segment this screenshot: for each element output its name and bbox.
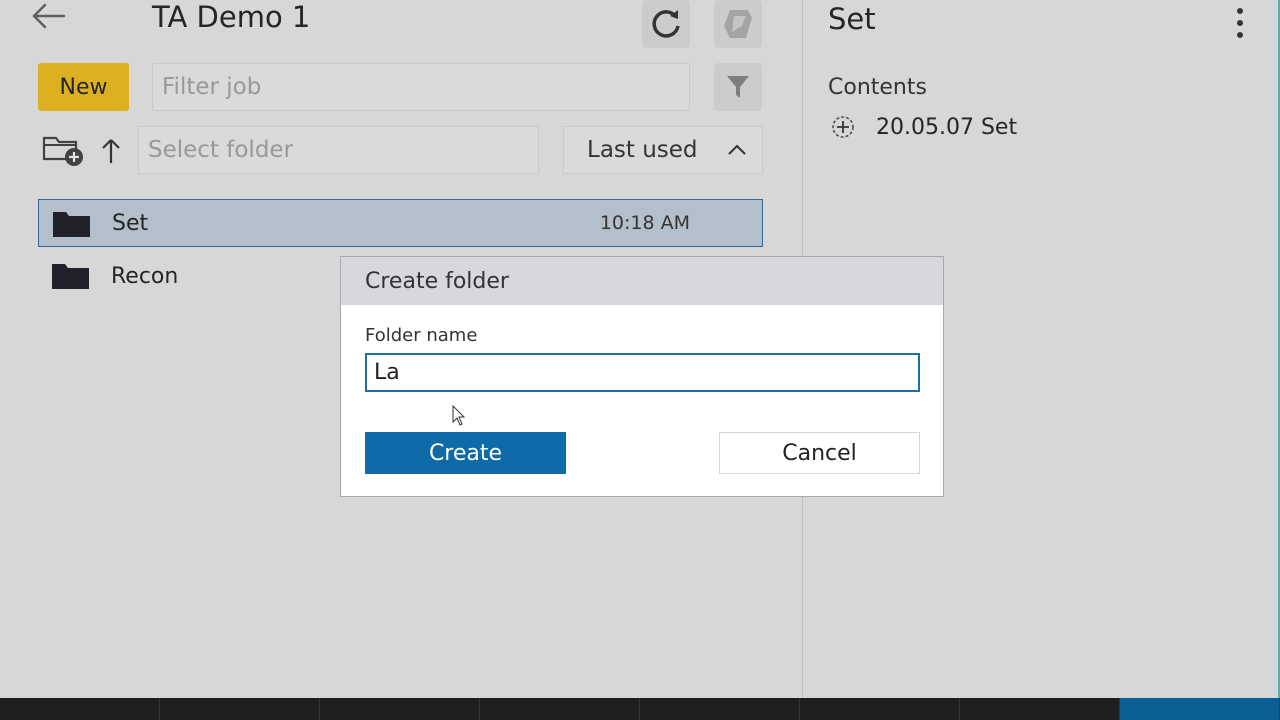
taskbar-slot-active[interactable] [1120,698,1280,720]
create-button[interactable]: Create [365,432,566,474]
taskbar-slot[interactable] [640,698,800,720]
taskbar-slot[interactable] [480,698,640,720]
cancel-button[interactable]: Cancel [719,432,920,474]
taskbar-slot[interactable] [320,698,480,720]
taskbar [0,698,1280,720]
create-folder-dialog: Create folder Folder name Create Cancel [340,256,944,497]
folder-name-input[interactable] [365,353,920,392]
taskbar-slot[interactable] [160,698,320,720]
mouse-cursor-icon [452,405,466,426]
taskbar-slot[interactable] [960,698,1120,720]
taskbar-slot[interactable] [800,698,960,720]
app-window: TA Demo 1 New Filter job Select folder L… [0,0,1280,720]
folder-name-label: Folder name [365,325,478,346]
dialog-title: Create folder [341,257,943,305]
taskbar-slot[interactable] [0,698,160,720]
